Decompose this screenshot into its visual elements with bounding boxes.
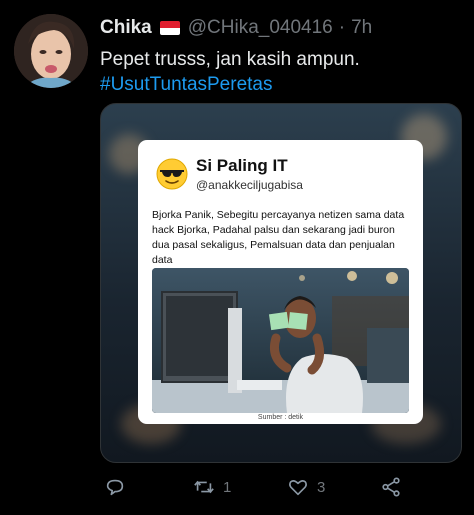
sunglasses-emoji-icon [156,158,188,190]
action-bar: 1 3 [100,476,460,500]
tweet-body: Pepet trusss, jan kasih ampun. [100,49,360,70]
card-photo [152,268,409,413]
tweet-text: Pepet trusss, jan kasih ampun. #UsutTunt… [100,47,460,97]
card-body-text: Bjorka Panik, Sebegitu percayanya netize… [152,209,405,266]
tweet[interactable]: Chika @CHika_040416 · 7h Pepet trusss, j… [0,0,474,515]
retweet-button[interactable]: 1 [193,476,231,498]
card-account-handle: @anakkeciljugabisa [196,178,303,192]
retweet-icon [194,480,214,494]
separator-dot: · [338,17,346,38]
hashtag-link[interactable]: #UsutTuntasPeretas [100,72,460,97]
indonesia-flag-icon [159,21,180,35]
tweet-header: Chika @CHika_040416 · 7h [100,17,372,39]
tweet-time[interactable]: 7h [351,17,372,39]
avatar[interactable] [14,14,88,88]
tweet-media[interactable]: Si Paling IT @anakkeciljugabisa Bjorka P… [100,103,462,463]
reply-button[interactable] [104,476,134,498]
retweet-count: 1 [223,478,232,496]
share-button[interactable] [380,476,402,498]
reply-icon [106,479,124,496]
author-handle[interactable]: @CHika_040416 [188,17,333,39]
like-button[interactable]: 3 [287,476,325,498]
share-icon [382,477,400,497]
like-count: 3 [317,478,326,496]
quote-card: Si Paling IT @anakkeciljugabisa Bjorka P… [138,140,423,424]
card-account-name: Si Paling IT [196,156,288,175]
source-credit: Sumber : detik [257,414,304,421]
author-name[interactable]: Chika [100,17,152,39]
like-icon [289,480,307,496]
